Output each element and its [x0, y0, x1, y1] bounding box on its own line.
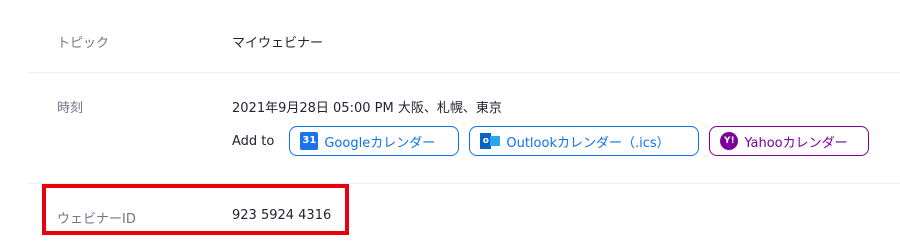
outlook-calendar-label: Outlookカレンダー（.ics） [506, 135, 670, 151]
outlook-envelope-icon [490, 136, 501, 146]
time-value: 2021年9月28日 05:00 PM 大阪、札幌、東京 [232, 101, 502, 116]
outlook-calendar-button[interactable]: o Outlookカレンダー（.ics） [469, 126, 700, 156]
google-calendar-icon: 31 [300, 132, 319, 150]
time-label: 時刻 [57, 101, 84, 116]
google-calendar-button[interactable]: 31 Googleカレンダー [289, 126, 460, 156]
google-calendar-label: Googleカレンダー [324, 135, 436, 151]
add-to-calendar: Add to 31 Googleカレンダー o Outlookカレンダー（.ic… [232, 124, 870, 158]
highlight-annotation-box [42, 184, 349, 235]
topic-value: マイウェビナー [232, 36, 324, 51]
yahoo-icon: Y! [720, 132, 739, 150]
webinar-details: トピック マイウェビナー 時刻 2021年9月28日 05:00 PM 大阪、札… [0, 0, 900, 243]
add-to-label: Add to [232, 133, 275, 149]
topic-label: トピック [57, 36, 110, 51]
outlook-icon: o [480, 133, 501, 149]
topic-row: トピック マイウェビナー [28, 0, 900, 73]
time-row: 時刻 2021年9月28日 05:00 PM 大阪、札幌、東京 Add to 3… [28, 73, 900, 184]
yahoo-calendar-button[interactable]: Y! Yahooカレンダー [709, 126, 870, 156]
yahoo-calendar-label: Yahooカレンダー [744, 135, 848, 151]
